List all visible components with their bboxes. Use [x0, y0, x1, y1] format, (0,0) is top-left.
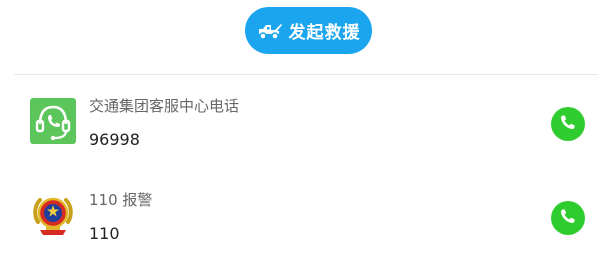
contact-name: 110 报警	[89, 191, 153, 209]
phone-icon	[559, 207, 577, 229]
headset-support-icon	[30, 98, 76, 144]
contact-number: 110	[89, 224, 120, 243]
police-emblem-icon	[30, 192, 76, 238]
rescue-page: 发起救援 交通集团客服中心电话 96998 110 报警 110	[0, 0, 600, 278]
start-rescue-button[interactable]: 发起救援	[245, 7, 372, 54]
call-button[interactable]	[551, 201, 585, 235]
phone-icon	[559, 113, 577, 135]
contact-name: 交通集团客服中心电话	[89, 97, 240, 115]
top-bar: 发起救援	[0, 0, 600, 74]
contact-item-police: 110 报警 110	[0, 180, 600, 260]
start-rescue-label: 发起救援	[288, 23, 361, 43]
contact-number: 96998	[89, 130, 140, 149]
tow-truck-icon	[257, 21, 283, 41]
call-button[interactable]	[551, 107, 585, 141]
contact-item-service-center: 交通集团客服中心电话 96998	[0, 86, 600, 166]
divider	[14, 74, 598, 75]
